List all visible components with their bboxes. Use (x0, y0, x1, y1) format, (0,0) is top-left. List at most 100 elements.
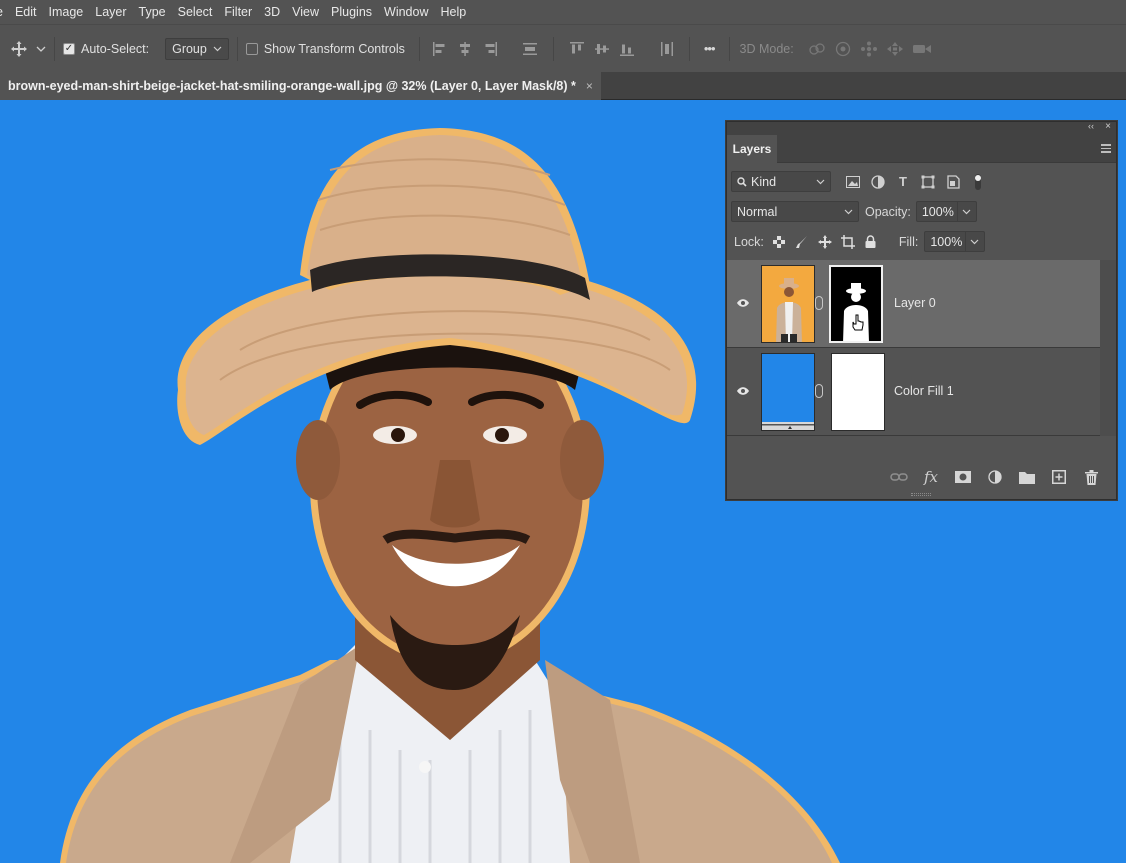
fill-value: 100% (930, 234, 963, 249)
eye-icon[interactable] (736, 298, 750, 308)
link-icon[interactable] (815, 384, 823, 398)
menu-item-plugins[interactable]: Plugins (325, 0, 378, 24)
panel-menu-icon[interactable] (1101, 144, 1111, 153)
menu-item-window[interactable]: Window (378, 0, 434, 24)
menu-item-view[interactable]: View (286, 0, 325, 24)
adjustment-layer-icon[interactable] (986, 469, 1004, 485)
roll-3d-icon[interactable] (834, 41, 852, 57)
menu-item-filter[interactable]: Filter (218, 0, 258, 24)
close-panel-icon[interactable]: × (1105, 121, 1111, 132)
lock-transparent-pixels-icon[interactable] (772, 235, 786, 249)
layers-scrollbar[interactable] (1100, 260, 1116, 436)
layer-thumbnail[interactable] (761, 353, 815, 431)
menu-item-layer[interactable]: Layer (89, 0, 132, 24)
layer-row[interactable]: Layer 0 (727, 260, 1100, 348)
menu-item-select[interactable]: Select (172, 0, 219, 24)
layer-name[interactable]: Color Fill 1 (894, 384, 954, 398)
shape-layer-filter-icon[interactable] (920, 174, 936, 190)
collapse-panel-icon[interactable]: ‹‹ (1088, 121, 1094, 131)
fill-label: Fill: (898, 234, 919, 249)
pixel-layer-filter-icon[interactable] (845, 174, 861, 190)
layer-mask-thumbnail[interactable] (829, 265, 883, 343)
align-bottom-edges-icon[interactable] (619, 41, 635, 57)
artboard-nesting-icon[interactable] (840, 234, 855, 249)
opacity-field[interactable]: 100% (915, 201, 977, 222)
filter-row: Kind T (731, 171, 1120, 192)
auto-select-checkbox[interactable]: ✓ (63, 42, 75, 55)
divider (688, 36, 690, 61)
distribute-vertical-icon[interactable] (522, 41, 538, 57)
scale-3d-icon[interactable] (912, 41, 932, 57)
eye-icon[interactable] (736, 386, 750, 396)
move-tool-icon[interactable] (10, 40, 28, 58)
layer-row[interactable]: Color Fill 1 (727, 348, 1100, 436)
align-right-edges-icon[interactable] (482, 41, 498, 57)
distribute-horizontal-icon[interactable] (659, 41, 675, 57)
panel-title-strip: ‹‹ × (727, 121, 1116, 135)
auto-select-label: Auto-Select: (81, 41, 150, 56)
show-transform-checkbox[interactable] (245, 42, 258, 55)
blend-mode-row: Normal Opacity: 100% (731, 201, 1120, 222)
delete-layer-icon[interactable] (1082, 469, 1100, 485)
filter-kind-dropdown[interactable]: Kind (731, 171, 831, 192)
document-tab[interactable]: brown-eyed-man-shirt-beige-jacket-hat-sm… (0, 72, 601, 100)
blend-mode-dropdown[interactable]: Normal (731, 201, 859, 222)
new-layer-icon[interactable] (1050, 469, 1068, 485)
tab-layers[interactable]: Layers (727, 135, 777, 163)
pan-3d-icon[interactable] (860, 41, 878, 57)
slide-3d-icon[interactable] (886, 41, 904, 57)
layer-mask-thumbnail[interactable] (831, 353, 885, 431)
divider (418, 36, 420, 61)
search-icon (737, 176, 747, 187)
color-fill-swatch (762, 354, 814, 430)
orbit-3d-icon[interactable] (808, 41, 826, 57)
layer-thumbnail-image (762, 266, 814, 342)
type-layer-filter-icon[interactable]: T (895, 174, 911, 190)
layer-name[interactable]: Layer 0 (894, 296, 936, 310)
smart-object-filter-icon[interactable] (945, 174, 961, 190)
photoshop-window: e Edit Image Layer Type Select Filter 3D… (0, 0, 1126, 863)
align-top-edges-icon[interactable] (569, 41, 585, 57)
more-options-button[interactable]: ••• (704, 41, 716, 56)
fx-icon[interactable]: fx (922, 468, 940, 486)
chevron-down-icon[interactable] (956, 202, 971, 221)
chevron-down-icon (213, 44, 222, 54)
menu-item-help[interactable]: Help (435, 0, 473, 24)
align-left-edges-icon[interactable] (432, 41, 448, 57)
layer-thumbnail[interactable] (761, 265, 815, 343)
options-bar: ✓ Auto-Select: Group Show Transform Cont… (0, 24, 1126, 72)
lock-position-icon[interactable] (817, 234, 832, 249)
opacity-value: 100% (921, 204, 954, 219)
show-transform-label: Show Transform Controls (263, 41, 405, 56)
menu-item-3d[interactable]: 3D (258, 0, 286, 24)
link-icon[interactable] (815, 296, 823, 310)
blend-mode-value: Normal (737, 204, 778, 219)
adjustment-layer-filter-icon[interactable] (870, 174, 886, 190)
3d-mode-icons (808, 41, 932, 57)
lock-row: Lock: Fill: 100% (734, 231, 1123, 252)
menu-item-type[interactable]: Type (133, 0, 172, 24)
auto-select-target-value: Group (172, 41, 207, 56)
chevron-down-icon (844, 207, 853, 217)
link-layers-icon[interactable] (890, 469, 908, 485)
new-group-icon[interactable] (1018, 469, 1036, 485)
align-horizontal-centers-icon[interactable] (457, 41, 473, 57)
panel-resize-grip[interactable] (911, 493, 931, 496)
document-title: brown-eyed-man-shirt-beige-jacket-hat-sm… (8, 79, 576, 93)
lock-image-pixels-icon[interactable] (795, 235, 809, 249)
menu-item-image[interactable]: Image (43, 0, 90, 24)
opacity-label: Opacity: (865, 204, 911, 219)
auto-select-target-dropdown[interactable]: Group (165, 37, 229, 60)
lock-label: Lock: (734, 234, 764, 249)
fill-field[interactable]: 100% (924, 231, 986, 252)
chevron-down-icon[interactable] (36, 46, 46, 52)
add-mask-icon[interactable] (954, 469, 972, 485)
align-vertical-centers-icon[interactable] (594, 41, 610, 57)
menu-item-file[interactable]: e (0, 0, 9, 24)
filter-toggle-icon[interactable] (970, 173, 986, 190)
menu-item-edit[interactable]: Edit (9, 0, 43, 24)
layers-panel: ‹‹ × Layers Kind T Normal Opacity: 100% … (726, 121, 1117, 500)
lock-all-icon[interactable] (864, 234, 877, 249)
chevron-down-icon[interactable] (965, 232, 979, 251)
close-icon[interactable]: × (586, 79, 593, 93)
